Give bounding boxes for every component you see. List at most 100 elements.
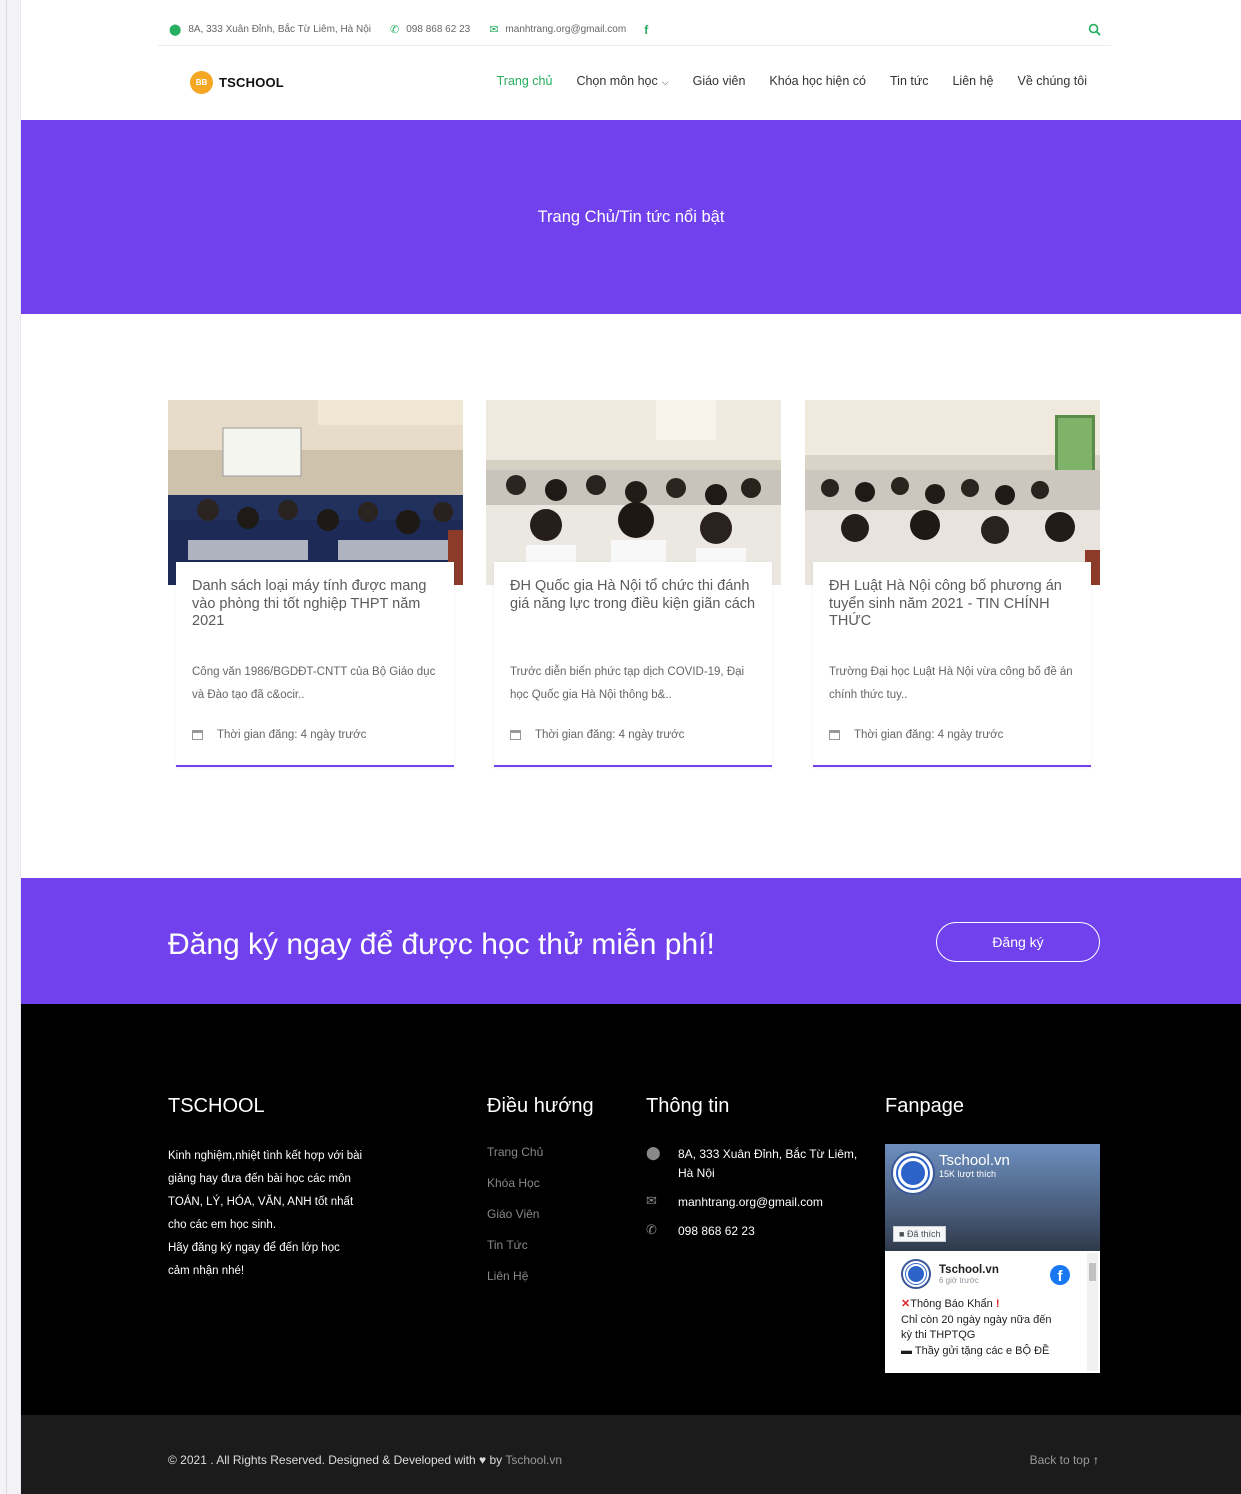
main-nav: Trang chủ Chọn môn học ⌵ Giáo viên Khóa h…: [473, 74, 1087, 88]
footer-nav: Trang Chủ Khóa Học Giáo Viên Tin Tức Liê…: [487, 1145, 543, 1300]
footer-about-line: cảm nhận nhé!: [168, 1265, 245, 1277]
logo-text: TSCHOOL: [219, 75, 284, 90]
nav-item-contact[interactable]: Liên hệ: [952, 74, 993, 88]
news-card-image[interactable]: [805, 400, 1100, 585]
heart-icon: ♥: [479, 1453, 487, 1467]
footer-about-line: Kinh nghiệm,nhiệt tình kết hợp với bài: [168, 1150, 363, 1162]
footer-nav-teachers[interactable]: Giáo Viên: [487, 1207, 543, 1238]
news-card-body: ĐH Luật Hà Nội công bố phương án tuyển s…: [813, 562, 1091, 767]
nav-item-news[interactable]: Tin tức: [890, 74, 928, 88]
news-card[interactable]: ĐH Luật Hà Nội công bố phương án tuyển s…: [805, 400, 1100, 767]
news-card-date: Thời gian đăng: 4 ngày trước: [854, 729, 1004, 741]
phone-icon: ✆: [390, 24, 400, 36]
footer-phone[interactable]: 098 868 62 23: [678, 1222, 755, 1241]
post-line: Thông Báo Khẩn: [910, 1298, 993, 1310]
book-icon: ▬: [901, 1344, 915, 1357]
fanpage-post: Tschool.vn 6 giờ trước f ✕Thông Báo Khẩn…: [885, 1251, 1100, 1373]
fanpage-like-label: Đã thích: [906, 1229, 941, 1239]
exclamation-icon: !: [992, 1298, 1000, 1310]
footer-nav-home[interactable]: Trang Chủ: [487, 1145, 543, 1176]
calendar-icon: [510, 730, 521, 740]
back-to-top-link[interactable]: Back to top ↑: [1030, 1453, 1099, 1467]
left-edge-strip: [0, 0, 21, 1494]
footer-address-line: 8A, 333 Xuân Đỉnh, Bắc Từ Liêm,: [678, 1147, 858, 1161]
chevron-down-icon: ⌵: [661, 77, 669, 87]
news-card-excerpt: Trước diễn biến phức tạp dịch COVID-19, …: [510, 666, 745, 701]
news-card[interactable]: ĐH Quốc gia Hà Nội tổ chức thi đánh giá …: [486, 400, 781, 767]
fanpage-name[interactable]: Tschool.vn: [939, 1152, 1010, 1169]
news-card-meta: Thời gian đăng: 4 ngày trước: [192, 729, 366, 741]
scrollbar-thumb[interactable]: [1089, 1263, 1096, 1281]
news-card-body: ĐH Quốc gia Hà Nội tổ chức thi đánh giá …: [494, 562, 772, 767]
copyright: © 2021 . All Rights Reserved. Designed &…: [168, 1453, 562, 1467]
fanpage-like-button[interactable]: ■ Đã thích: [893, 1226, 947, 1242]
footer-about-line: giảng hay đưa đến bài học các môn: [168, 1173, 351, 1185]
arrow-up-icon: ↑: [1093, 1453, 1099, 1467]
nav-item-home[interactable]: Trang chủ: [497, 74, 553, 88]
footer-nav-title: Điều hướng: [487, 1095, 594, 1117]
footer-fanpage-title: Fanpage: [885, 1095, 964, 1117]
footer-nav-contact[interactable]: Liên Hệ: [487, 1269, 543, 1300]
logo-badge: BB: [190, 71, 213, 94]
news-card-title[interactable]: ĐH Quốc gia Hà Nội tổ chức thi đánh giá …: [510, 578, 756, 648]
nav-item-subjects-label: Chọn môn học: [576, 74, 658, 88]
footer-info: ⬤ 8A, 333 Xuân Đỉnh, Bắc Từ Liêm, Hà Nội…: [646, 1145, 866, 1251]
footer-address-line: Hà Nội: [678, 1166, 715, 1180]
footer-about-line: Hãy đăng ký ngay để đến lớp học: [168, 1242, 340, 1254]
phone-icon: ✆: [646, 1222, 657, 1237]
footer-nav-courses[interactable]: Khóa Học: [487, 1176, 543, 1207]
news-card-image[interactable]: [168, 400, 463, 585]
facebook-icon: ■: [899, 1229, 907, 1239]
breadcrumb: Trang Chủ/Tin tức nổi bật: [537, 208, 725, 226]
signup-cta-banner: Đăng ký ngay để được học thử miễn phí! Đ…: [21, 878, 1241, 1004]
site-footer: TSCHOOL Kinh nghiệm,nhiệt tình kết hợp v…: [21, 1004, 1241, 1415]
topbar-address: 8A, 333 Xuân Đỉnh, Bắc Từ Liêm, Hà Nội: [188, 24, 372, 35]
news-card[interactable]: Danh sách loại máy tính được mang vào ph…: [168, 400, 463, 767]
envelope-icon: ✉: [489, 24, 499, 36]
footer-nav-news[interactable]: Tin Tức: [487, 1238, 543, 1269]
copyright-text: © 2021 . All Rights Reserved. Designed &…: [168, 1453, 476, 1467]
footer-about-line: cho các em học sinh.: [168, 1219, 277, 1231]
envelope-icon: ✉: [646, 1193, 657, 1208]
footer-info-title: Thông tin: [646, 1095, 730, 1117]
facebook-logo-icon: f: [1050, 1265, 1070, 1285]
news-card-date: Thời gian đăng: 4 ngày trước: [217, 729, 367, 741]
news-card-title[interactable]: Danh sách loại máy tính được mang vào ph…: [192, 578, 438, 648]
nav-item-subjects[interactable]: Chọn môn học ⌵: [576, 74, 668, 88]
search-icon[interactable]: [1088, 23, 1101, 36]
signup-button[interactable]: Đăng ký: [936, 922, 1100, 962]
post-line: Thầy gửi tặng các e BỘ ĐỀ: [914, 1344, 1050, 1357]
copyright-link[interactable]: Tschool.vn: [505, 1453, 562, 1467]
facebook-icon[interactable]: f: [644, 23, 648, 37]
map-pin-icon: ⬤: [169, 24, 182, 36]
post-author-avatar[interactable]: [901, 1259, 931, 1289]
nav-item-about[interactable]: Về chúng tôi: [1018, 74, 1088, 88]
footer-email[interactable]: manhtrang.org@gmail.com: [678, 1193, 823, 1212]
red-x-icon: ✕: [901, 1298, 911, 1310]
fanpage-avatar[interactable]: [891, 1151, 935, 1195]
nav-item-courses[interactable]: Khóa học hiện có: [769, 74, 866, 88]
news-card-date: Thời gian đăng: 4 ngày trước: [535, 729, 685, 741]
page-hero-banner: Trang Chủ/Tin tức nổi bật: [21, 120, 1241, 314]
fanpage-likes: 15K lượt thích: [939, 1169, 996, 1179]
post-author[interactable]: Tschool.vn: [939, 1264, 999, 1276]
news-card-meta: Thời gian đăng: 4 ngày trước: [829, 729, 1003, 741]
cta-heading: Đăng ký ngay để được học thử miễn phí!: [168, 928, 715, 961]
site-logo[interactable]: BB TSCHOOL: [190, 71, 284, 94]
nav-item-teachers[interactable]: Giáo viên: [693, 74, 746, 88]
topbar-email[interactable]: manhtrang.org@gmail.com: [505, 24, 626, 35]
news-card-excerpt: Trường Đại học Luật Hà Nội vừa công bố đ…: [829, 666, 1073, 701]
footer-about-line: TOÁN, LÝ, HÓA, VĂN, ANH tốt nhất: [168, 1196, 354, 1208]
post-time: 6 giờ trước: [939, 1275, 979, 1285]
topbar-phone[interactable]: 098 868 62 23: [406, 24, 470, 35]
news-card-image[interactable]: [486, 400, 781, 585]
news-card-excerpt: Công văn 1986/BGDĐT-CNTT của Bộ Giáo dục…: [192, 666, 436, 701]
bottom-bar: © 2021 . All Rights Reserved. Designed &…: [21, 1415, 1241, 1494]
map-pin-icon: ⬤: [646, 1145, 661, 1160]
post-line: kỳ thi THPTQG: [901, 1329, 976, 1341]
post-scrollbar[interactable]: [1087, 1253, 1098, 1371]
facebook-page-widget[interactable]: Tschool.vn 15K lượt thích ■ Đã thích Tsc…: [885, 1144, 1100, 1373]
calendar-icon: [192, 730, 203, 740]
calendar-icon: [829, 730, 840, 740]
news-card-title[interactable]: ĐH Luật Hà Nội công bố phương án tuyển s…: [829, 578, 1075, 648]
